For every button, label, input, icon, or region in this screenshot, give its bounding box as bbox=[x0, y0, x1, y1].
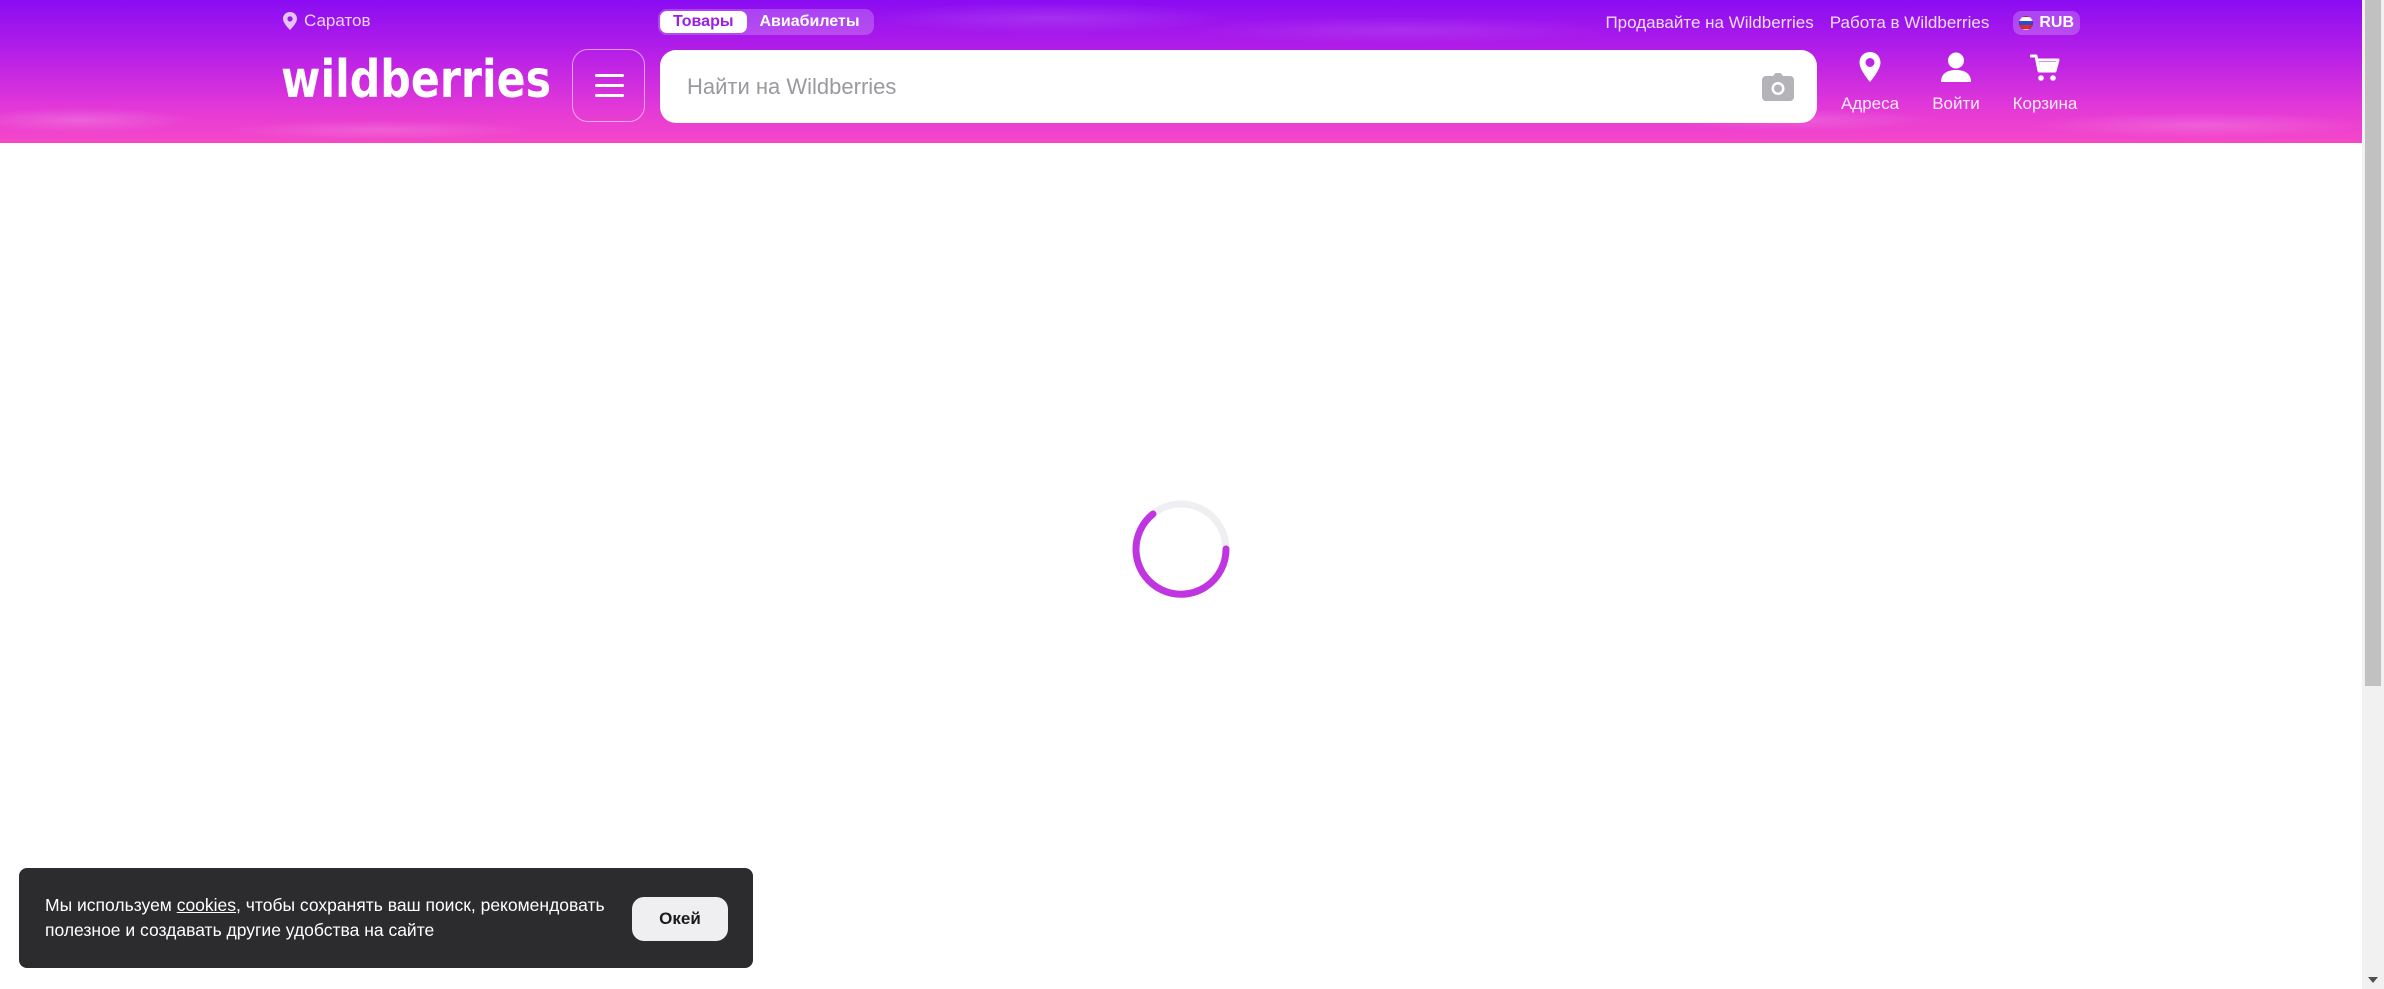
russia-flag-icon bbox=[2019, 16, 2034, 30]
address-pin-icon bbox=[1859, 52, 1881, 82]
menu-button[interactable] bbox=[572, 49, 645, 122]
loading-spinner bbox=[1132, 500, 1230, 598]
location-pin-icon bbox=[283, 12, 297, 30]
cart-label: Корзина bbox=[2012, 94, 2078, 113]
camera-icon[interactable] bbox=[1762, 73, 1794, 101]
logo-text: wildberries bbox=[281, 50, 551, 108]
currency-selector[interactable]: RUB bbox=[2013, 11, 2080, 35]
cookie-banner: Мы используем cookies, чтобы сохранять в… bbox=[19, 868, 753, 968]
currency-code: RUB bbox=[2039, 14, 2074, 31]
header-actions: Адреса Войти Корзина bbox=[1830, 52, 2088, 114]
work-link[interactable]: Работа в Wildberries bbox=[1830, 13, 1990, 33]
cart-button[interactable]: Корзина bbox=[2002, 52, 2088, 114]
search-input[interactable] bbox=[685, 72, 1705, 101]
user-icon bbox=[1941, 52, 1971, 82]
cookie-text-before: Мы используем bbox=[45, 895, 177, 915]
cookie-ok-button[interactable]: Окей bbox=[632, 897, 728, 941]
login-label: Войти bbox=[1932, 94, 1980, 113]
vertical-scrollbar[interactable] bbox=[2362, 0, 2384, 989]
tab-goods[interactable]: Товары bbox=[660, 11, 747, 33]
scrollbar-thumb[interactable] bbox=[2365, 0, 2381, 686]
city-selector[interactable]: Саратов bbox=[282, 11, 371, 31]
tab-avia[interactable]: Авиабилеты bbox=[747, 11, 873, 33]
wildberries-logo[interactable]: wildberries bbox=[281, 48, 553, 108]
cookies-link[interactable]: cookies bbox=[177, 895, 236, 915]
scroll-down-arrow-icon[interactable] bbox=[2362, 971, 2384, 989]
menu-icon-line bbox=[595, 94, 624, 97]
addresses-button[interactable]: Адреса bbox=[1830, 52, 1910, 114]
cart-icon bbox=[2030, 54, 2060, 81]
city-name: Саратов bbox=[304, 11, 371, 30]
login-button[interactable]: Войти bbox=[1921, 52, 1991, 114]
menu-icon-line bbox=[595, 84, 624, 87]
sell-link[interactable]: Продавайте на Wildberries bbox=[1605, 13, 1813, 33]
search-bar bbox=[660, 50, 1817, 123]
addresses-label: Адреса bbox=[1840, 94, 1900, 113]
cookie-message: Мы используем cookies, чтобы сохранять в… bbox=[45, 893, 635, 943]
site-header: Саратов Товары Авиабилеты Продавайте на … bbox=[0, 0, 2362, 143]
top-links: Продавайте на Wildberries Работа в Wildb… bbox=[1589, 11, 2080, 35]
catalog-switcher: Товары Авиабилеты bbox=[658, 9, 875, 35]
menu-icon bbox=[595, 74, 624, 77]
